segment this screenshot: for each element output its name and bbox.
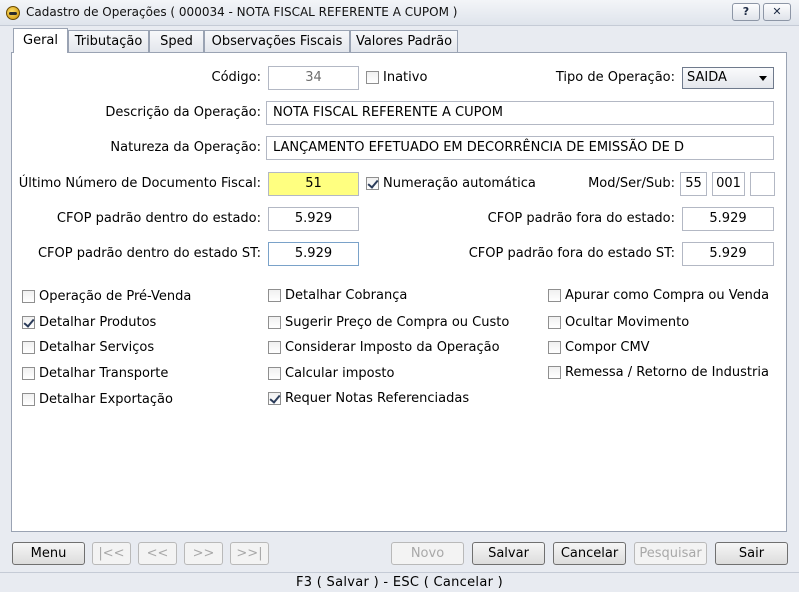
detalhar-servicos-label: Detalhar Serviços [39,340,155,355]
numeracao-automatica-checkbox[interactable] [366,177,379,190]
pesquisar-button[interactable]: Pesquisar [634,542,707,565]
cfop-fora-label: CFOP padrão fora do estado: [487,211,675,226]
inativo-label: Inativo [383,70,428,85]
remessa-retorno-label: Remessa / Retorno de Industria [565,365,769,380]
status-bar: F3 ( Salvar ) - ESC ( Cancelar ) [0,572,799,592]
menu-button[interactable]: Menu [12,542,85,565]
next-record-button[interactable]: >> [184,542,223,565]
sugerir-preco-label: Sugerir Preço de Compra ou Custo [285,315,510,330]
close-button[interactable]: ✕ [763,3,791,21]
mod-field[interactable]: 55 [680,172,707,196]
ultimo-numero-label: Último Número de Documento Fiscal: [18,176,261,191]
cfop-dentro-st-label: CFOP padrão dentro do estado ST: [37,246,261,261]
detalhar-produtos-label: Detalhar Produtos [39,315,157,330]
tab-tributacao[interactable]: Tributação [68,30,149,52]
calcular-imposto-label: Calcular imposto [285,366,395,381]
ultimo-numero-field[interactable]: 51 [268,172,359,196]
apurar-compra-venda-label: Apurar como Compra ou Venda [565,288,770,303]
apurar-compra-venda-checkbox[interactable] [548,289,561,302]
detalhar-cobranca-checkbox[interactable] [268,289,281,302]
detalhar-exportacao-checkbox[interactable] [22,393,35,406]
cancelar-button[interactable]: Cancelar [553,542,626,565]
window-title: Cadastro de Operações ( 000034 - NOTA FI… [26,5,458,19]
compor-cmv-label: Compor CMV [565,340,650,355]
app-icon [6,6,20,20]
requer-notas-checkbox[interactable] [268,392,281,405]
inativo-checkbox[interactable] [366,71,379,84]
pre-venda-checkbox[interactable] [22,290,35,303]
pre-venda-label: Operação de Pré-Venda [39,289,192,304]
descricao-field[interactable]: NOTA FISCAL REFERENTE A CUPOM [266,101,774,125]
novo-button[interactable]: Novo [391,542,464,565]
sugerir-preco-checkbox[interactable] [268,316,281,329]
salvar-button[interactable]: Salvar [472,542,545,565]
cfop-dentro-field[interactable]: 5.929 [268,207,359,231]
mod-ser-sub-label: Mod/Ser/Sub: [588,176,675,191]
ocultar-movimento-label: Ocultar Movimento [565,315,690,330]
cfop-dentro-label: CFOP padrão dentro do estado: [56,211,261,226]
compor-cmv-checkbox[interactable] [548,341,561,354]
previous-record-button[interactable]: << [138,542,177,565]
cfop-dentro-st-field[interactable]: 5.929 [268,242,359,266]
descricao-label: Descrição da Operação: [105,105,261,120]
sub-field[interactable] [750,172,775,196]
considerar-imposto-checkbox[interactable] [268,341,281,354]
detalhar-cobranca-label: Detalhar Cobrança [285,288,408,303]
tipo-operacao-select[interactable]: SAIDA [682,67,774,89]
requer-notas-label: Requer Notas Referenciadas [285,391,470,406]
tipo-operacao-value: SAIDA [687,70,727,85]
cfop-fora-st-label: CFOP padrão fora do estado ST: [468,246,675,261]
help-button[interactable]: ? [732,3,760,21]
natureza-label: Natureza da Operação: [110,140,261,155]
ocultar-movimento-checkbox[interactable] [548,316,561,329]
tipo-operacao-label: Tipo de Operação: [555,70,675,85]
sair-button[interactable]: Sair [715,542,788,565]
remessa-retorno-checkbox[interactable] [548,366,561,379]
considerar-imposto-label: Considerar Imposto da Operação [285,340,500,355]
ser-field[interactable]: 001 [712,172,745,196]
cfop-fora-st-field[interactable]: 5.929 [682,242,774,266]
natureza-field[interactable]: LANÇAMENTO EFETUADO EM DECORRÊNCIA DE EM… [266,136,774,160]
numeracao-automatica-label: Numeração automática [383,176,536,191]
calcular-imposto-checkbox[interactable] [268,367,281,380]
tab-geral[interactable]: Geral [13,28,68,53]
detalhar-servicos-checkbox[interactable] [22,341,35,354]
tab-sped[interactable]: Sped [149,30,204,52]
detalhar-exportacao-label: Detalhar Exportação [39,392,173,407]
last-record-button[interactable]: >>| [230,542,269,565]
detalhar-produtos-checkbox[interactable] [22,316,35,329]
tab-observacoes-fiscais[interactable]: Observações Fiscais [204,30,350,52]
detalhar-transporte-label: Detalhar Transporte [39,366,169,381]
tab-valores-padrao[interactable]: Valores Padrão [350,30,458,52]
cfop-fora-field[interactable]: 5.929 [682,207,774,231]
chevron-down-icon [759,76,767,81]
first-record-button[interactable]: |<< [92,542,131,565]
codigo-field[interactable]: 34 [268,66,359,90]
detalhar-transporte-checkbox[interactable] [22,367,35,380]
codigo-label: Código: [211,70,261,85]
